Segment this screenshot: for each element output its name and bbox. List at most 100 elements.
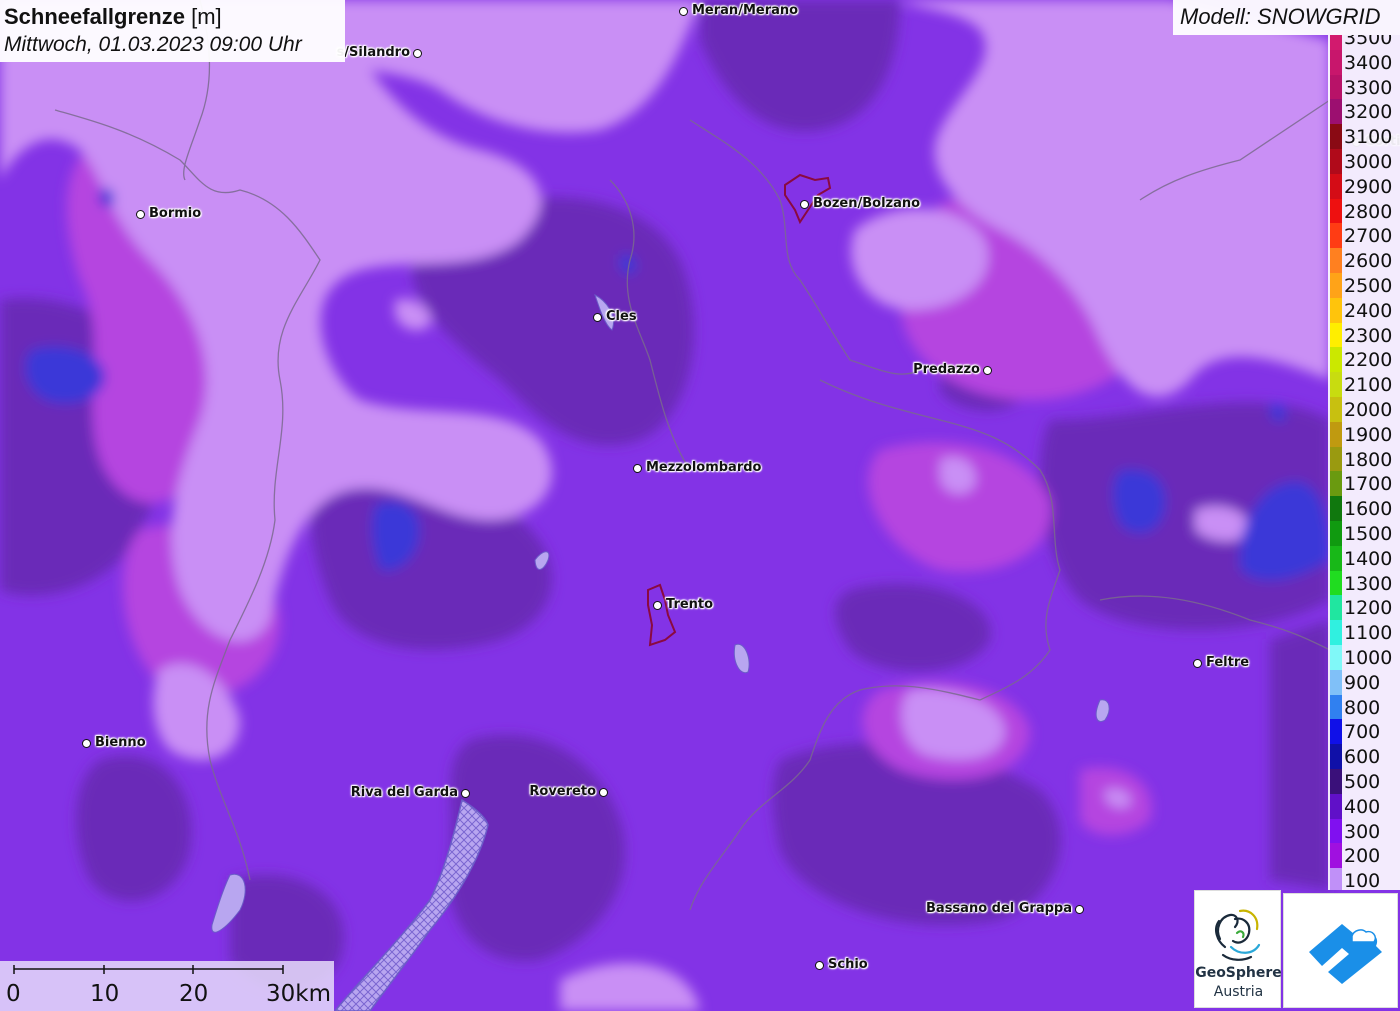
city-marker[interactable] — [800, 200, 809, 209]
legend-row-1000: 1000 — [1328, 645, 1400, 670]
scale-label-30km: 30km — [266, 981, 331, 1007]
city-marker[interactable] — [1193, 659, 1202, 668]
city-label[interactable]: Feltre — [1206, 655, 1249, 670]
legend-row-1500: 1500 — [1328, 521, 1400, 546]
legend-row-3400: 3400 — [1328, 49, 1400, 75]
city-label[interactable]: s/Silandro — [337, 45, 410, 60]
legend-swatch — [1330, 322, 1342, 348]
legend-label: 3300 — [1344, 76, 1393, 99]
legend-label: 3400 — [1344, 51, 1393, 74]
legend-swatch — [1330, 446, 1342, 472]
legend-label: 2700 — [1344, 225, 1393, 248]
legend-row-2000: 2000 — [1328, 397, 1400, 422]
legend-row-400: 400 — [1328, 793, 1400, 819]
city-label[interactable]: Bormio — [149, 206, 201, 221]
legend-swatch — [1330, 744, 1342, 770]
legend-row-2900: 2900 — [1328, 173, 1400, 199]
scale-label-0: 0 — [6, 981, 21, 1007]
city-marker[interactable] — [1075, 905, 1084, 914]
legend-label: 1000 — [1344, 647, 1393, 669]
legend-label: 1100 — [1344, 622, 1393, 645]
legend-row-900: 900 — [1328, 669, 1400, 695]
city-label[interactable]: Bozen/Bolzano — [813, 196, 920, 211]
legend-row-1800: 1800 — [1328, 446, 1400, 472]
legend-swatch — [1330, 793, 1342, 819]
city-label[interactable]: Rovereto — [529, 784, 596, 799]
legend-label: 1300 — [1344, 572, 1393, 595]
legend-label: 2900 — [1344, 175, 1393, 198]
legend-row-3100: 3100 — [1328, 124, 1400, 150]
city-marker[interactable] — [983, 366, 992, 375]
legend-row-2600: 2600 — [1328, 248, 1400, 274]
city-marker[interactable] — [679, 7, 688, 16]
legend-row-3500: 3500 — [1328, 35, 1400, 50]
legend-swatch — [1330, 570, 1342, 596]
scale-bar: 0 10 20 30km — [0, 961, 334, 1011]
city-marker[interactable] — [633, 464, 642, 473]
legend-swatch — [1330, 868, 1342, 890]
map-title: Schneefallgrenze [m] — [4, 4, 222, 29]
legend-label: 200 — [1344, 845, 1381, 868]
legend-swatch — [1330, 471, 1342, 497]
city-marker[interactable] — [653, 601, 662, 610]
city-marker[interactable] — [413, 49, 422, 58]
legend-row-1900: 1900 — [1328, 421, 1400, 447]
snowfall-map[interactable] — [0, 0, 1400, 1011]
city-marker[interactable] — [461, 789, 470, 798]
city-label[interactable]: Cles — [606, 309, 637, 324]
city-marker[interactable] — [82, 739, 91, 748]
legend-swatch — [1330, 669, 1342, 695]
legend-label: 1700 — [1344, 473, 1393, 496]
legend-row-2300: 2300 — [1328, 322, 1400, 348]
legend-swatch — [1330, 620, 1342, 646]
legend-swatch — [1330, 595, 1342, 621]
legend-label: 2200 — [1344, 349, 1393, 372]
legend-row-100: 100 — [1328, 868, 1400, 890]
logo-line1: GeoSphere — [1195, 965, 1282, 981]
app-logo[interactable] — [1283, 893, 1398, 1008]
legend-swatch — [1330, 818, 1342, 844]
legend-swatch — [1330, 521, 1342, 546]
city-marker[interactable] — [815, 961, 824, 970]
geosphere-logo-icon — [1215, 909, 1261, 961]
city-label[interactable]: Bassano del Grappa — [926, 901, 1072, 916]
legend-row-500: 500 — [1328, 769, 1400, 794]
legend-swatch — [1330, 173, 1342, 199]
city-label[interactable]: Predazzo — [913, 362, 980, 377]
legend-row-1600: 1600 — [1328, 496, 1400, 522]
city-label[interactable]: Schio — [828, 957, 868, 972]
geosphere-logo[interactable]: GeoSphere Austria — [1194, 890, 1282, 1008]
legend-label: 1600 — [1344, 498, 1393, 521]
legend-label: 700 — [1344, 721, 1381, 744]
legend-swatch — [1330, 223, 1342, 249]
city-marker[interactable] — [593, 313, 602, 322]
legend-row-3000: 3000 — [1328, 149, 1400, 174]
city-label[interactable]: Riva del Garda — [351, 785, 458, 800]
color-legend: 3500 3400 3300 3200 3100 3000 2900 2800 2700 2600… — [1328, 35, 1400, 890]
legend-swatch — [1330, 372, 1342, 398]
logo-line2: Austria — [1213, 984, 1264, 1000]
legend-swatch — [1330, 124, 1342, 150]
city-marker[interactable] — [136, 210, 145, 219]
legend-label: 2300 — [1344, 324, 1393, 347]
city-marker[interactable] — [599, 788, 608, 797]
legend-row-700: 700 — [1328, 719, 1400, 745]
legend-swatch — [1330, 149, 1342, 174]
legend-label: 600 — [1344, 746, 1381, 769]
city-label[interactable]: Trento — [666, 597, 713, 612]
legend-swatch — [1330, 49, 1342, 75]
city-label[interactable]: Mezzolombardo — [646, 460, 761, 475]
scale-label-10: 10 — [90, 981, 120, 1007]
legend-label: 400 — [1344, 795, 1381, 818]
city-label[interactable]: Bienno — [95, 735, 146, 750]
legend-label: 2400 — [1344, 299, 1393, 322]
legend-row-2400: 2400 — [1328, 297, 1400, 323]
legend-swatch — [1330, 35, 1342, 50]
legend-row-1100: 1100 — [1328, 620, 1400, 646]
legend-swatch — [1330, 719, 1342, 745]
legend-row-2200: 2200 — [1328, 347, 1400, 373]
city-label[interactable]: Meran/Merano — [692, 3, 798, 18]
legend-swatch — [1330, 421, 1342, 447]
legend-label: 3200 — [1344, 101, 1393, 124]
legend-row-800: 800 — [1328, 694, 1400, 720]
